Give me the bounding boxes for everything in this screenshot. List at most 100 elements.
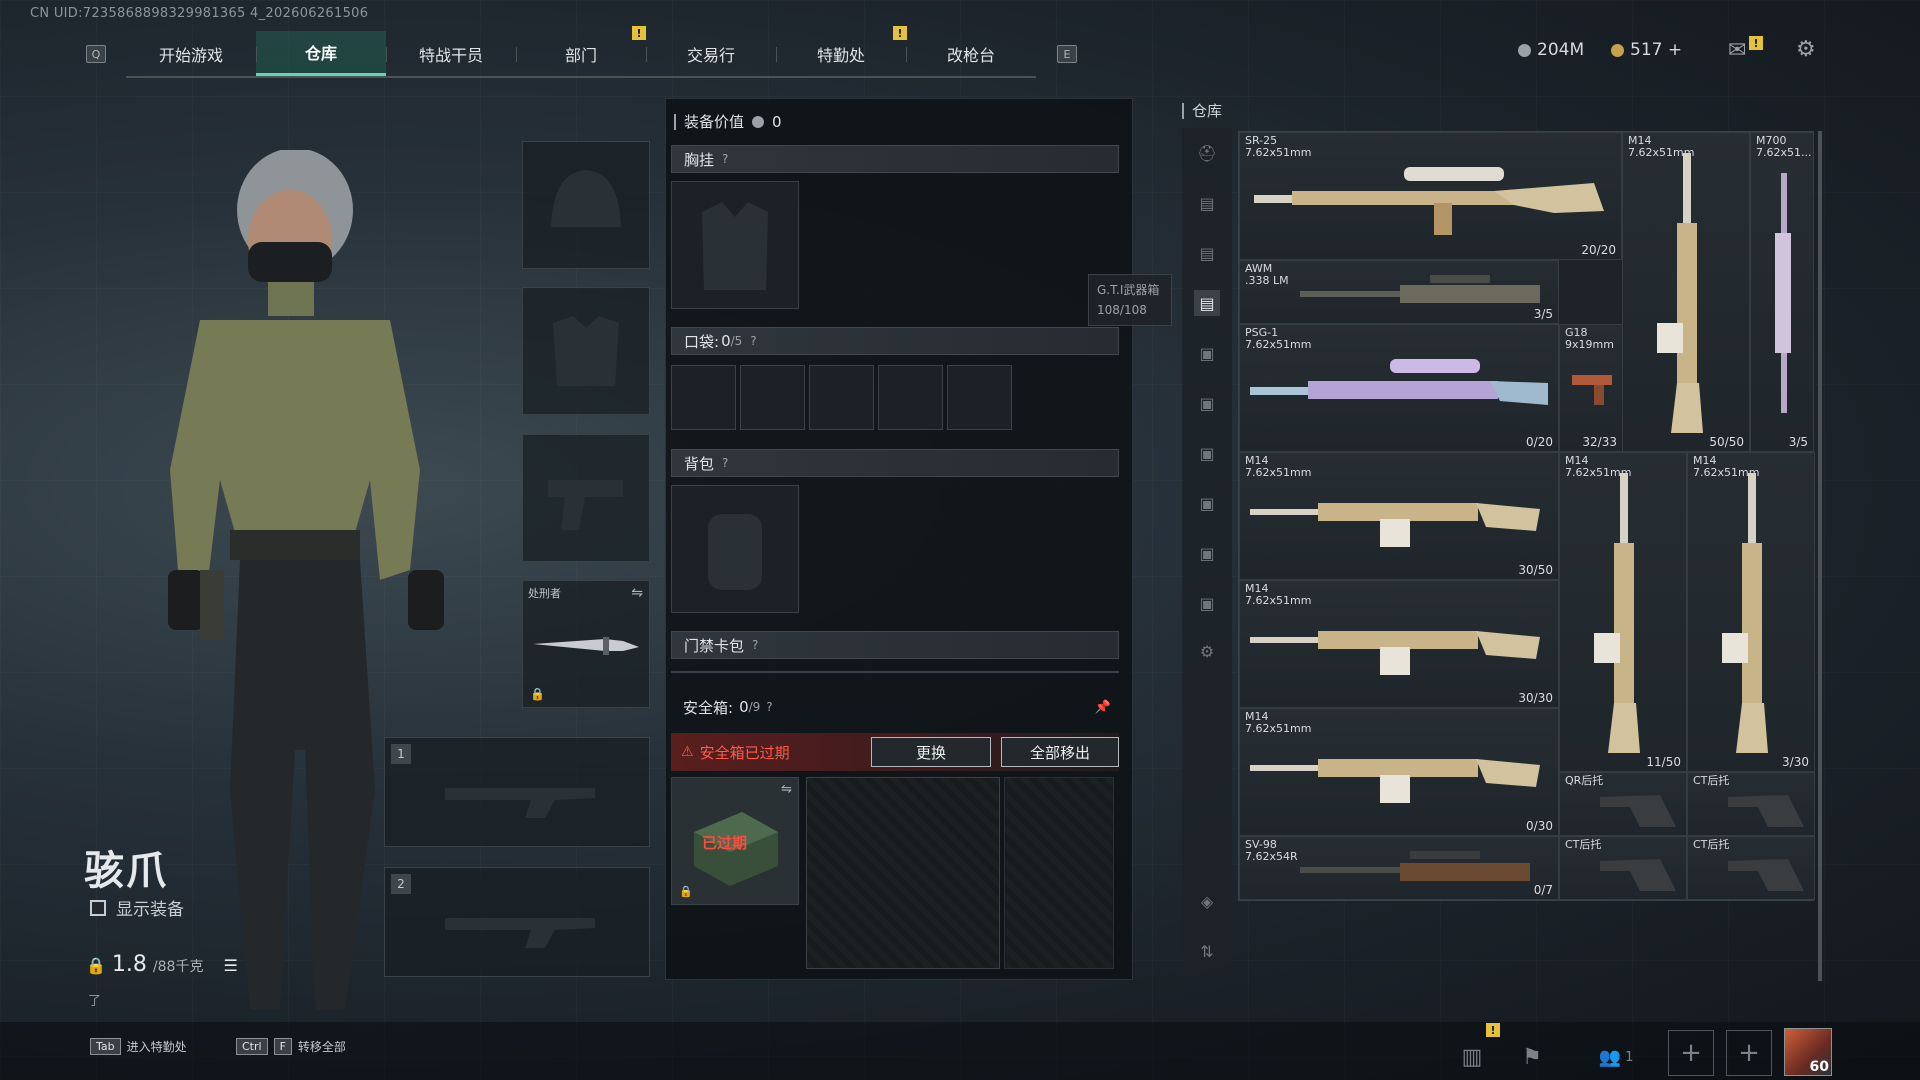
item-sr25[interactable]: SR-25 7.62x51mm 20/20 <box>1239 132 1622 260</box>
mail-icon[interactable]: ✉ <box>1728 38 1746 63</box>
help-icon[interactable]: ? <box>722 152 728 166</box>
swap-icon[interactable]: ⇋ <box>781 782 792 797</box>
sort-icon[interactable]: ⇅ <box>1194 938 1220 964</box>
warehouse-scrollbar[interactable] <box>1818 131 1822 981</box>
item-m14[interactable]: M14 7.62x51mm 30/30 <box>1239 580 1559 708</box>
layers-icon[interactable]: ◈ <box>1194 888 1220 914</box>
help-icon[interactable]: ? <box>766 700 772 714</box>
storage-case-icon[interactable]: ▣ <box>1194 390 1220 416</box>
pin-icon[interactable]: 📌 <box>1095 700 1111 715</box>
gold-currency[interactable]: 517 + <box>1611 40 1682 60</box>
tab-operators[interactable]: 特战干员 <box>386 31 516 76</box>
helmet-slot[interactable] <box>522 141 650 269</box>
next-tab-key[interactable]: E <box>1057 45 1077 63</box>
show-equipment-toggle[interactable]: 显示装备 <box>90 895 184 920</box>
backpack-slot[interactable] <box>671 485 799 613</box>
hint-transfer-all[interactable]: Ctrl F 转移全部 <box>236 1038 346 1055</box>
pistol-slot[interactable] <box>522 434 650 562</box>
pocket-slot[interactable] <box>671 365 736 430</box>
item-awm[interactable]: AWM .338 LM 3/5 <box>1239 260 1559 324</box>
storage-case-icon[interactable]: ▣ <box>1194 440 1220 466</box>
vest-placeholder-icon <box>702 202 768 290</box>
melee-name: 处刑者 <box>528 587 561 600</box>
item-ct-stock[interactable]: CT后托 <box>1559 836 1687 900</box>
item-ct-stock[interactable]: CT后托 <box>1687 772 1815 836</box>
chest-rig-slot[interactable] <box>671 181 799 309</box>
replace-button[interactable]: 更换 <box>871 737 991 767</box>
item-m14[interactable]: M14 7.62x51mm 11/50 <box>1559 452 1687 772</box>
safe-box-slot[interactable]: 已过期 ⇋ 🔒 <box>671 777 799 905</box>
item-m14[interactable]: M14 7.62x51mm 0/30 <box>1239 708 1559 836</box>
show-equipment-checkbox[interactable] <box>90 899 106 916</box>
item-count: 50/50 <box>1709 435 1744 449</box>
squad-button[interactable]: 👥 1 <box>1584 1035 1648 1079</box>
tab-start-game[interactable]: 开始游戏 <box>126 31 256 76</box>
flag-icon[interactable]: ⚑ <box>1510 1035 1554 1079</box>
tab-market[interactable]: 交易行 <box>646 31 776 76</box>
storage-case-icon[interactable]: ▣ <box>1194 340 1220 366</box>
tooltip-value: 108/108 <box>1097 303 1147 317</box>
gti-weapon-case-icon[interactable]: ▤ <box>1194 290 1220 316</box>
item-name: QR后托 <box>1565 774 1604 787</box>
divider <box>671 671 1119 673</box>
pocket-slot[interactable] <box>878 365 943 430</box>
melee-slot[interactable]: 处刑者 ⇋ 🔒 <box>522 580 650 708</box>
invite-slot-button[interactable]: + <box>1726 1030 1772 1076</box>
storage-case-icon[interactable]: ▣ <box>1194 540 1220 566</box>
help-icon[interactable]: ? <box>752 638 758 652</box>
invite-slot-button[interactable]: + <box>1668 1030 1714 1076</box>
tab-gunsmith[interactable]: 改枪台 <box>906 31 1036 76</box>
player-avatar[interactable]: 60 <box>1784 1028 1832 1076</box>
item-count: 20/20 <box>1581 243 1616 257</box>
safe-box-grid[interactable] <box>806 777 1000 969</box>
tab-department[interactable]: 部门 <box>516 31 646 76</box>
item-psg1[interactable]: PSG-1 7.62x51mm 0/20 <box>1239 324 1559 452</box>
armor-slot[interactable] <box>522 287 650 415</box>
safe-box-label: 安全箱: <box>683 698 734 717</box>
pocket-slot[interactable] <box>740 365 805 430</box>
item-sv98[interactable]: SV-98 7.62x54R 0/7 <box>1239 836 1559 900</box>
storage-case-icon[interactable]: ▣ <box>1194 490 1220 516</box>
slot-number: 1 <box>391 744 411 764</box>
stock-icon <box>1728 795 1804 827</box>
help-icon[interactable]: ? <box>722 456 728 470</box>
safe-box-locked-area <box>1004 777 1114 969</box>
item-m14[interactable]: M14 7.62x51mm 50/50 <box>1622 132 1750 452</box>
backpack-header: 背包 ? <box>671 449 1119 477</box>
pocket-slot[interactable] <box>947 365 1012 430</box>
item-g18[interactable]: G18 9x19mm 32/33 <box>1559 324 1623 452</box>
silver-currency: 204M <box>1518 40 1584 60</box>
item-ct-stock[interactable]: CT后托 <box>1687 836 1815 900</box>
rifle-icon <box>1775 173 1791 413</box>
pocket-slot[interactable] <box>809 365 874 430</box>
operator-name: 骇爪 <box>84 848 168 894</box>
section-marker <box>674 113 676 130</box>
move-all-button[interactable]: 全部移出 <box>1001 737 1119 767</box>
show-equipment-label: 显示装备 <box>116 900 184 920</box>
hint-enter-special-ops[interactable]: Tab 进入特勤处 <box>90 1038 187 1055</box>
item-m14[interactable]: M14 7.62x51mm 30/50 <box>1239 452 1559 580</box>
weight-max: /88千克 <box>152 959 204 975</box>
tab-warehouse[interactable]: 仓库 <box>256 31 386 76</box>
weapon-case-icon[interactable]: ▤ <box>1194 240 1220 266</box>
item-m700[interactable]: M700 7.62x51... 3/5 <box>1750 132 1814 452</box>
item-qr-stock[interactable]: QR后托 <box>1559 772 1687 836</box>
primary-weapon-slot[interactable]: 1 <box>384 737 650 847</box>
warehouse-settings-icon[interactable]: ⚙ <box>1194 638 1220 664</box>
equipment-value: 装备价值 0 <box>674 111 782 132</box>
secondary-weapon-slot[interactable]: 2 <box>384 867 650 977</box>
help-icon[interactable]: ? <box>750 334 756 348</box>
list-icon[interactable]: ☰ <box>223 956 237 975</box>
tab-special-ops[interactable]: 特勤处 <box>776 31 906 76</box>
storage-case-icon[interactable]: ▣ <box>1194 590 1220 616</box>
weapon-case-icon[interactable]: ▤ <box>1194 190 1220 216</box>
stock-icon <box>1728 859 1804 891</box>
item-count: 30/50 <box>1518 563 1553 577</box>
pockets-header: 口袋: 0 /5 ? <box>671 327 1119 355</box>
settings-gear-icon[interactable]: ⚙ <box>1796 37 1816 62</box>
swap-icon[interactable]: ⇋ <box>631 585 643 601</box>
helmet-filter-icon[interactable]: ⛑ <box>1194 140 1220 166</box>
prev-tab-key[interactable]: Q <box>86 45 106 63</box>
item-m14[interactable]: M14 7.62x51mm 3/30 <box>1687 452 1815 772</box>
stats-chart-icon[interactable]: ▥ <box>1450 1035 1494 1079</box>
